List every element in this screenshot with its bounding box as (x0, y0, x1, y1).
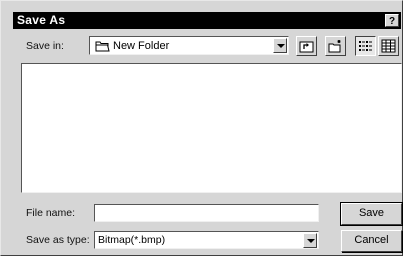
create-new-folder-icon (328, 40, 341, 53)
save-in-label: Save in: (26, 40, 64, 52)
save-as-type-dropdown-arrow[interactable] (303, 233, 317, 248)
create-new-folder-button[interactable] (325, 36, 346, 56)
up-one-level-icon (299, 41, 314, 53)
save-as-type-dropdown[interactable]: Bitmap(*.bmp) (94, 231, 319, 249)
details-view-icon (381, 39, 396, 53)
save-in-dropdown[interactable]: New Folder (89, 36, 289, 55)
file-name-label: File name: (26, 207, 76, 219)
folder-icon (95, 40, 110, 55)
file-name-input[interactable] (94, 204, 319, 222)
save-in-value: New Folder (113, 40, 170, 52)
details-view-button[interactable] (378, 36, 399, 56)
list-view-icon (359, 41, 372, 51)
save-in-dropdown-arrow[interactable] (273, 38, 287, 53)
file-list[interactable] (21, 63, 402, 193)
title-bar[interactable]: Save As ? (13, 12, 401, 29)
dialog-title: Save As (17, 13, 66, 27)
save-as-dialog: Save As ? Save in: New Folder File name:… (0, 0, 403, 256)
help-button[interactable]: ? (385, 14, 399, 27)
up-one-level-button[interactable] (296, 36, 317, 56)
save-button[interactable]: Save (340, 202, 403, 226)
save-as-type-label: Save as type: (26, 234, 90, 246)
cancel-button[interactable]: Cancel (341, 230, 402, 252)
save-as-type-value: Bitmap(*.bmp) (98, 234, 166, 246)
list-view-button[interactable] (355, 36, 376, 56)
